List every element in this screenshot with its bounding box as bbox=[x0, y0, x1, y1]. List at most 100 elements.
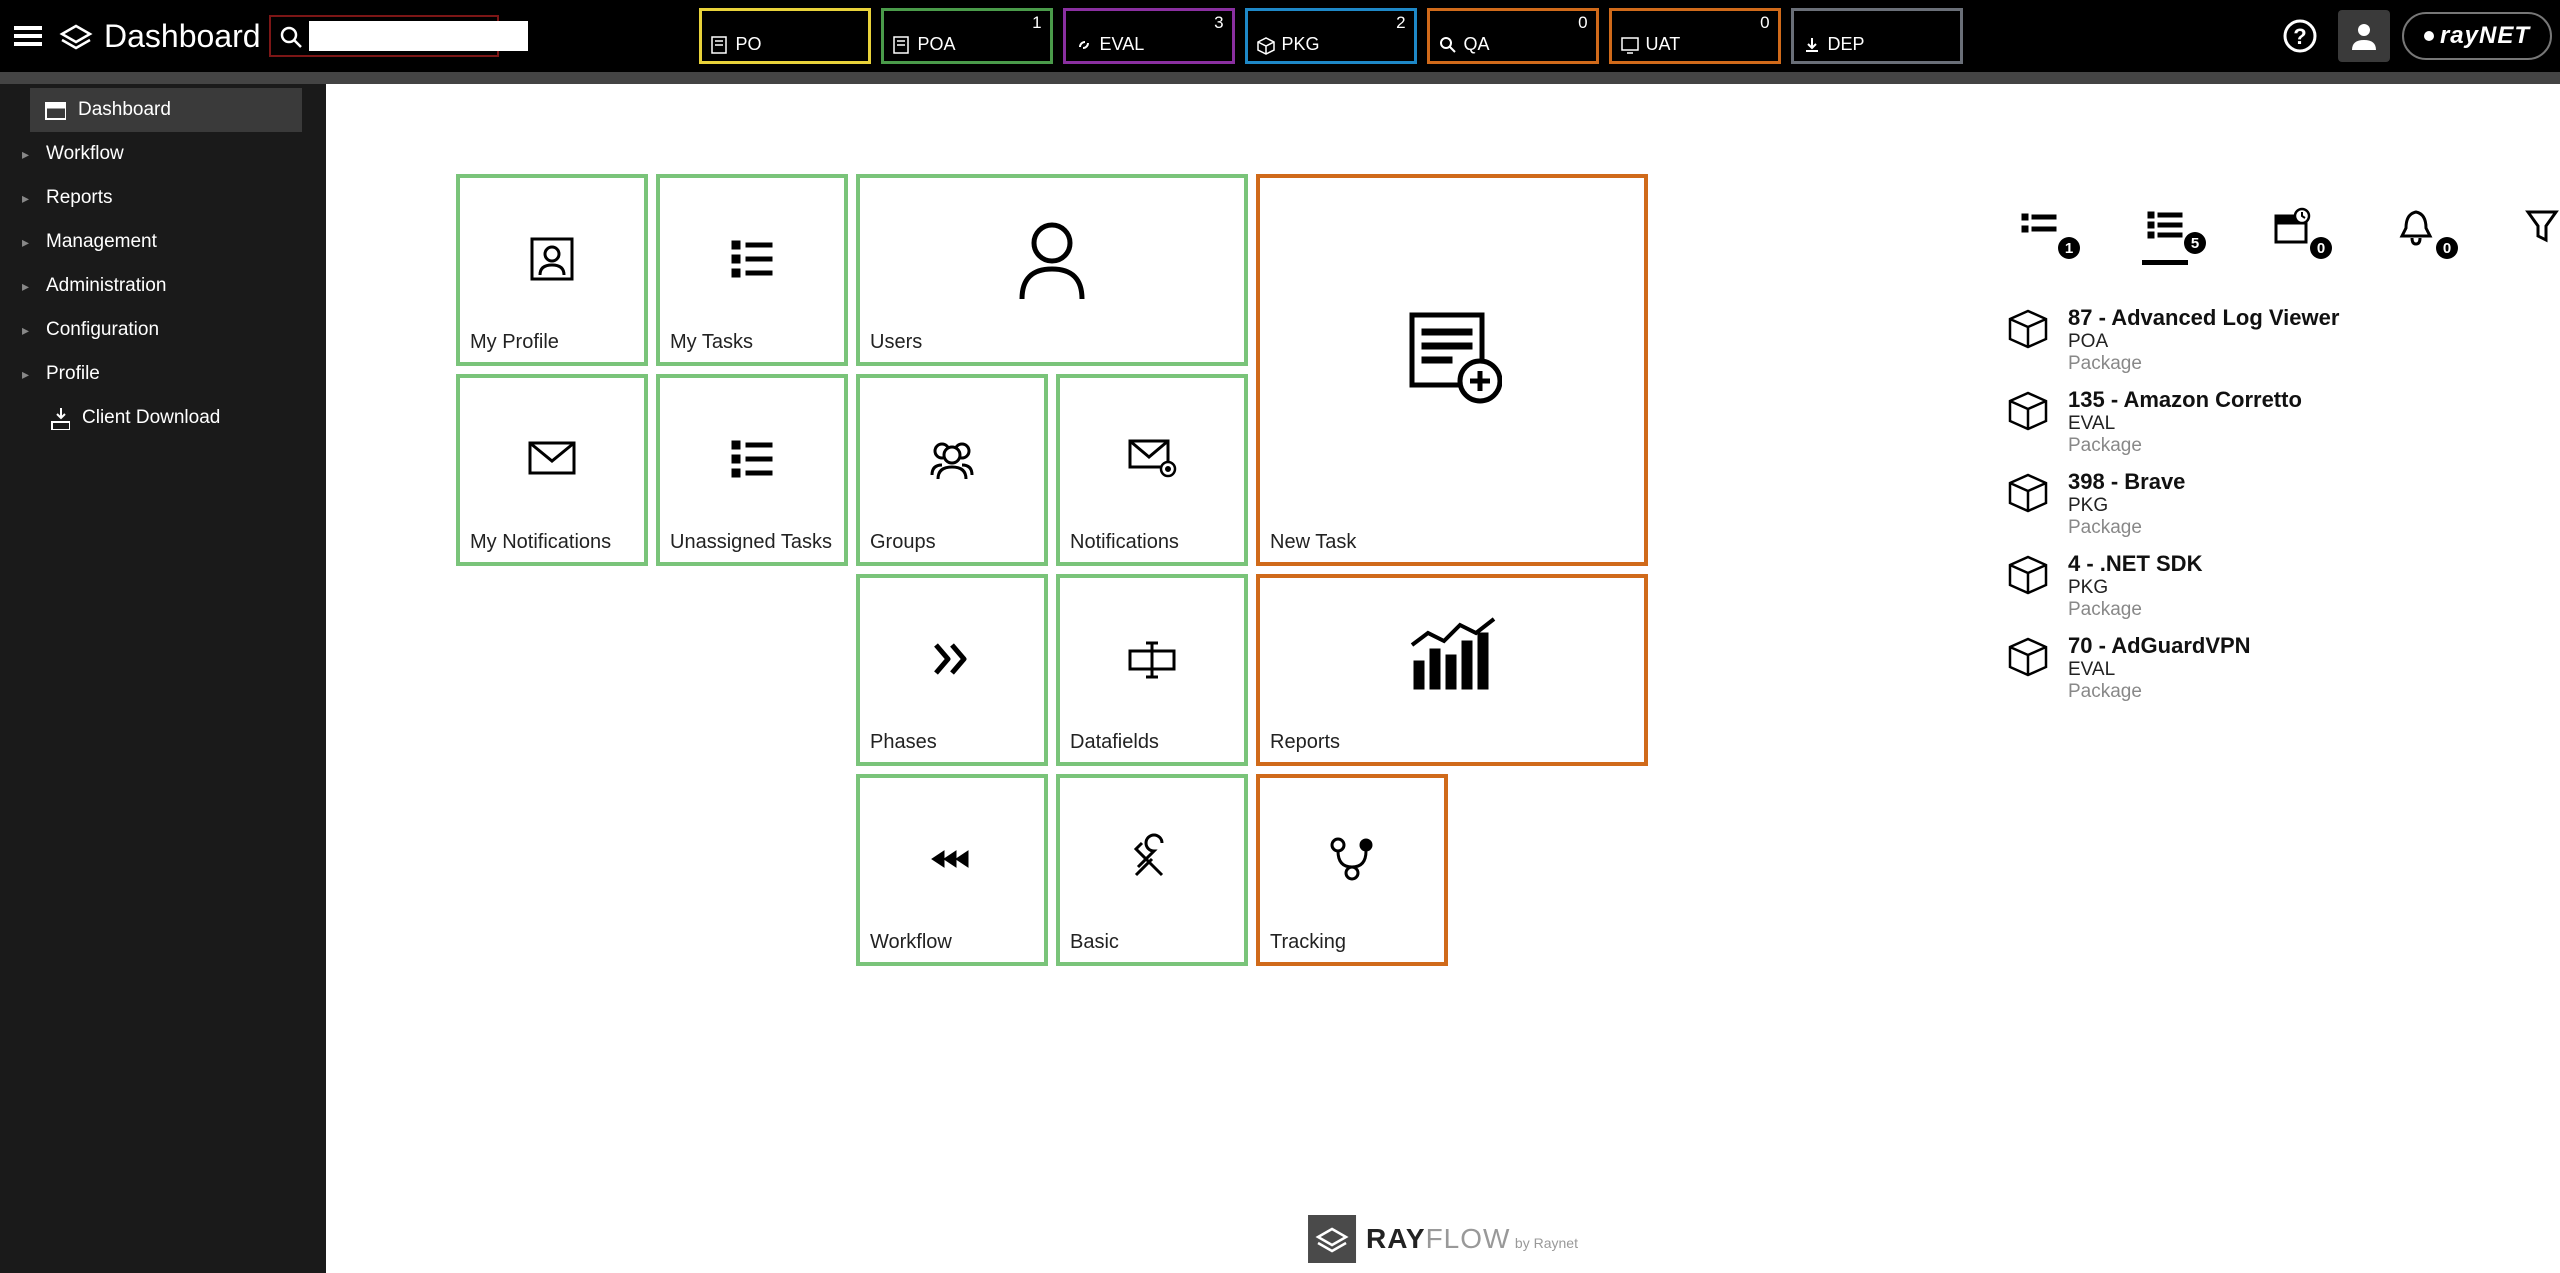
branch-icon bbox=[1270, 786, 1434, 931]
task-list: 87 - Advanced Log Viewer POA Package 135… bbox=[2006, 305, 2560, 703]
tile-groups[interactable]: Groups bbox=[856, 374, 1048, 566]
raynet-text: rayNET bbox=[2440, 22, 2530, 50]
filter-funnel[interactable]: 0 bbox=[2520, 204, 2560, 265]
textfield-icon bbox=[1070, 586, 1234, 731]
sidebar-item-profile[interactable]: ▸Profile bbox=[0, 352, 326, 396]
sidebar-item-client-download[interactable]: Client Download bbox=[0, 396, 326, 440]
filter-calendar[interactable]: 0 bbox=[2268, 204, 2314, 265]
phase-uat[interactable]: 0 UAT bbox=[1609, 8, 1781, 64]
raynet-logo[interactable]: rayNET bbox=[2402, 12, 2552, 60]
tile-users[interactable]: Users bbox=[856, 174, 1248, 366]
phase-count: 2 bbox=[1396, 13, 1405, 33]
tile-phases[interactable]: Phases bbox=[856, 574, 1048, 766]
filter-count: 0 bbox=[2310, 237, 2332, 259]
tile-datafields[interactable]: Datafields bbox=[1056, 574, 1248, 766]
top-bar: Dashboard PO1 POA3 EVAL2 PKG0 QA0 UAT DE… bbox=[0, 0, 2560, 72]
help-button[interactable] bbox=[2274, 10, 2326, 62]
sidebar-item-reports[interactable]: ▸ Reports bbox=[0, 176, 326, 220]
task-phase: EVAL bbox=[2068, 659, 2251, 681]
footer-mark-icon bbox=[1308, 1215, 1356, 1263]
phase-qa[interactable]: 0 QA bbox=[1427, 8, 1599, 64]
tools-icon bbox=[1070, 786, 1234, 931]
phase-icon bbox=[1256, 35, 1276, 55]
list-long-icon bbox=[2142, 204, 2188, 250]
task-item[interactable]: 70 - AdGuardVPN EVAL Package bbox=[2006, 633, 2560, 703]
task-phase: PKG bbox=[2068, 495, 2185, 517]
layout: Dashboard▸Workflow▸Reports▸Management▸Ad… bbox=[0, 84, 2560, 1273]
tile-my-profile[interactable]: My Profile bbox=[456, 174, 648, 366]
list-icon bbox=[670, 386, 834, 531]
phase-poa[interactable]: 1 POA bbox=[881, 8, 1053, 64]
tile-workflow[interactable]: Workflow bbox=[856, 774, 1048, 966]
tile-my-tasks[interactable]: My Tasks bbox=[656, 174, 848, 366]
bell-icon bbox=[2394, 204, 2440, 250]
tile-label: Phases bbox=[870, 731, 1034, 754]
phase-icon bbox=[1620, 35, 1640, 55]
phase-dep[interactable]: DEP bbox=[1791, 8, 1963, 64]
task-type: Package bbox=[2068, 681, 2251, 703]
sidebar-item-configuration[interactable]: ▸Configuration bbox=[0, 308, 326, 352]
tile-label: Datafields bbox=[1070, 731, 1234, 754]
package-icon bbox=[2006, 469, 2050, 513]
task-item[interactable]: 87 - Advanced Log Viewer POA Package bbox=[2006, 305, 2560, 375]
list-icon bbox=[670, 186, 834, 331]
tile-tracking[interactable]: Tracking bbox=[1256, 774, 1448, 966]
sidebar-item-label: Workflow bbox=[46, 143, 124, 165]
tile-new-task[interactable]: New Task bbox=[1256, 174, 1648, 566]
tile-basic[interactable]: Basic bbox=[1056, 774, 1248, 966]
task-type: Package bbox=[2068, 517, 2185, 539]
sidebar-item-label: Client Download bbox=[82, 407, 220, 429]
tile-notifications[interactable]: Notifications bbox=[1056, 374, 1248, 566]
task-title: 87 - Advanced Log Viewer bbox=[2068, 305, 2339, 331]
tile-label: Unassigned Tasks bbox=[670, 531, 834, 554]
phase-eval[interactable]: 3 EVAL bbox=[1063, 8, 1235, 64]
sidebar-item-label: Configuration bbox=[46, 319, 159, 341]
sidebar-item-administration[interactable]: ▸Administration bbox=[0, 264, 326, 308]
filter-list2[interactable]: 5 bbox=[2142, 204, 2188, 265]
group-icon bbox=[870, 386, 1034, 531]
task-item[interactable]: 4 - .NET SDK PKG Package bbox=[2006, 551, 2560, 621]
phase-icon bbox=[1802, 35, 1822, 55]
sidebar-item-dashboard[interactable]: Dashboard bbox=[30, 88, 302, 132]
sidebar-item-label: Dashboard bbox=[78, 99, 171, 121]
tile-label: Tracking bbox=[1270, 931, 1434, 954]
phase-pkg[interactable]: 2 PKG bbox=[1245, 8, 1417, 64]
dashboard-icon bbox=[44, 99, 66, 121]
package-icon bbox=[2006, 633, 2050, 677]
tile-label: My Notifications bbox=[470, 531, 634, 554]
app-logo-icon[interactable] bbox=[54, 14, 98, 58]
chevron-right-icon: ▸ bbox=[22, 234, 34, 251]
sidebar: Dashboard▸Workflow▸Reports▸Management▸Ad… bbox=[0, 84, 326, 1273]
menu-toggle-button[interactable] bbox=[8, 16, 48, 56]
tile-label: My Profile bbox=[470, 331, 634, 354]
tile-label: My Tasks bbox=[670, 331, 834, 354]
sidebar-item-workflow[interactable]: ▸Workflow bbox=[0, 132, 326, 176]
sidebar-item-label: Reports bbox=[46, 187, 113, 209]
chart-icon bbox=[1270, 586, 1634, 731]
download-icon bbox=[48, 407, 70, 429]
chevron-right-icon: ▸ bbox=[22, 278, 34, 295]
filter-list1[interactable]: 1 bbox=[2016, 204, 2062, 265]
package-icon bbox=[2006, 305, 2050, 349]
tile-my-notifications[interactable]: My Notifications bbox=[456, 374, 648, 566]
mail-icon bbox=[470, 386, 634, 531]
tile-reports[interactable]: Reports bbox=[1256, 574, 1648, 766]
task-item[interactable]: 135 - Amazon Corretto EVAL Package bbox=[2006, 387, 2560, 457]
sidebar-item-management[interactable]: ▸Management bbox=[0, 220, 326, 264]
phase-po[interactable]: PO bbox=[699, 8, 871, 64]
footer-sub: by Raynet bbox=[1515, 1235, 1578, 1251]
search-input[interactable] bbox=[309, 21, 528, 51]
profile-icon bbox=[470, 186, 634, 331]
filter-bell[interactable]: 0 bbox=[2394, 204, 2440, 265]
chevron-right-icon: ▸ bbox=[22, 190, 34, 207]
mail-gear-icon bbox=[1070, 386, 1234, 531]
phase-count: 0 bbox=[1760, 13, 1769, 33]
task-title: 70 - AdGuardVPN bbox=[2068, 633, 2251, 659]
tile-label: Basic bbox=[1070, 931, 1234, 954]
user-menu-button[interactable] bbox=[2338, 10, 2390, 62]
phase-count: 1 bbox=[1032, 13, 1041, 33]
phase-icon bbox=[1438, 35, 1458, 55]
calendar-icon bbox=[2268, 204, 2314, 250]
task-item[interactable]: 398 - Brave PKG Package bbox=[2006, 469, 2560, 539]
tile-unassigned-tasks[interactable]: Unassigned Tasks bbox=[656, 374, 848, 566]
